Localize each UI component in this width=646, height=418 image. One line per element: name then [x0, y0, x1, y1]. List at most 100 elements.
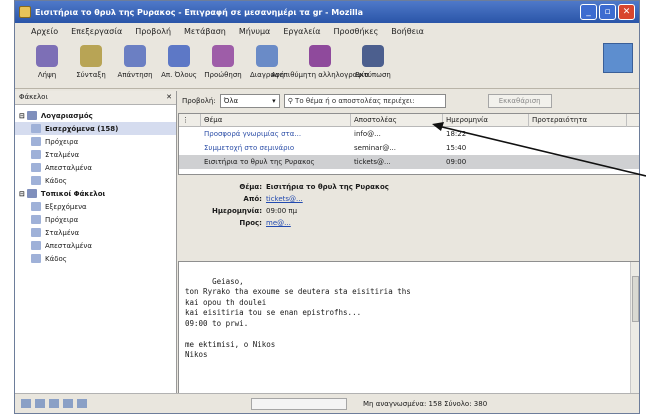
folder-pane-close-icon[interactable]: ✕ — [166, 93, 172, 102]
print-label: Εκτύπωση — [355, 71, 391, 79]
folder-label: Πρόχειρα — [45, 137, 79, 146]
activity-icon — [77, 399, 87, 408]
menu-file[interactable]: Αρχείο — [31, 27, 58, 36]
subject-header-row: Θέμα: Εισιτήρια το θρυλ της Ρυρακος — [178, 181, 639, 193]
search-placeholder: Το θέμα ή ο αποστολέας περιέχει: — [295, 97, 415, 105]
folder-icon — [31, 137, 41, 146]
menu-go[interactable]: Μετάβαση — [184, 27, 226, 36]
folder-label: Εισερχόμενα (158) — [45, 124, 119, 133]
menu-edit[interactable]: Επεξεργασία — [71, 27, 122, 36]
maximize-button[interactable]: ▫ — [599, 4, 616, 20]
folder-label: Κάδος — [45, 176, 67, 185]
folder-item[interactable]: Εξερχόμενα — [15, 200, 176, 213]
status-icons — [21, 399, 87, 408]
get-mail-button[interactable]: Λήψη — [25, 39, 69, 87]
folder-label: Εξερχόμενα — [45, 202, 87, 211]
get-mail-icon — [36, 45, 58, 67]
online-status-icon[interactable] — [21, 399, 31, 408]
from-label: Από: — [243, 195, 262, 203]
row-sender: tickets@... — [354, 158, 391, 166]
expand-icon[interactable]: ⊟ — [19, 190, 25, 198]
trash-icon — [31, 254, 41, 263]
reply-label: Απάντηση — [117, 71, 153, 79]
view-select-value: Όλα — [223, 97, 239, 105]
folder-item[interactable]: Απεσταλμένα — [15, 239, 176, 252]
forward-icon — [212, 45, 234, 67]
print-button[interactable]: Εκτύπωση — [351, 39, 395, 87]
row-subject: Εισιτήρια το θρυλ της Ρυρακος — [204, 158, 315, 166]
forward-button[interactable]: Προώθηση — [201, 39, 245, 87]
table-row[interactable]: Συμμετοχή στο σεμινάριο seminar@... 15:4… — [179, 141, 639, 155]
search-icon: ⚲ — [287, 97, 296, 105]
row-date: 18:22 — [446, 130, 467, 138]
junk-button[interactable]: Ανεπιθύμητη αλληλογραφία — [271, 39, 369, 87]
to-link[interactable]: me@... — [266, 219, 291, 227]
progress-bar — [251, 397, 347, 410]
to-header-row: Προς: me@... — [178, 217, 639, 229]
folder-item[interactable]: Κάδος — [15, 252, 176, 265]
menu-help[interactable]: Βοήθεια — [391, 27, 424, 36]
mail-window: Εισιτήρια το θρυλ της Ρυρακος - Επιγραφή… — [14, 0, 640, 414]
column-subject[interactable]: Θέμα — [201, 113, 351, 127]
folder-item[interactable]: Κάδος — [15, 174, 176, 187]
folder-item[interactable]: ⊟ Τοπικοί Φάκελοι — [15, 187, 176, 200]
column-priority[interactable]: Προτεραιότητα — [529, 113, 627, 127]
chevron-down-icon: ▾ — [272, 97, 276, 105]
menu-message[interactable]: Μήνυμα — [239, 27, 270, 36]
folder-label: Πρόχειρα — [45, 215, 79, 224]
delete-button[interactable]: Διαγραφή — [245, 39, 289, 87]
folder-icon — [31, 215, 41, 224]
expand-icon[interactable]: ⊟ — [19, 112, 25, 120]
subject-value: Εισιτήρια το θρυλ της Ρυρακος — [266, 183, 389, 191]
to-label: Προς: — [239, 219, 262, 227]
get-mail-label: Λήψη — [37, 71, 57, 79]
folder-item[interactable]: ⊟ Λογαριασμός — [15, 109, 176, 122]
compose-button[interactable]: Σύνταξη — [69, 39, 113, 87]
reply-button[interactable]: Απάντηση — [113, 39, 157, 87]
reply-all-button[interactable]: Απ. Όλους — [157, 39, 201, 87]
folder-label: Σταλμένα — [45, 150, 80, 159]
inbox-icon — [31, 124, 41, 133]
security-icon — [35, 399, 45, 408]
junk-icon — [309, 45, 331, 67]
reply-all-label: Απ. Όλους — [161, 71, 197, 79]
menu-addons[interactable]: Προσθήκες — [334, 27, 379, 36]
folder-item[interactable]: Απεσταλμένα — [15, 161, 176, 174]
row-date: 09:00 — [446, 158, 467, 166]
folder-item[interactable]: Σταλμένα — [15, 148, 176, 161]
minimize-button[interactable]: _ — [580, 4, 597, 20]
message-pane: Προβολή: Όλα ▾ ⚲ Το θέμα ή ο αποστολέας … — [178, 91, 639, 395]
message-body[interactable]: Geiaso, ton Ryrako tha exoume se deutera… — [178, 261, 639, 395]
search-input[interactable]: ⚲ Το θέμα ή ο αποστολέας περιέχει: — [283, 94, 446, 108]
thread-column-icon[interactable]: ⋮ — [179, 113, 201, 127]
row-sender: seminar@... — [354, 144, 396, 152]
window-controls: _ ▫ ✕ — [580, 4, 635, 20]
column-headers: ⋮ Θέμα Αποστολέας Ημερομηνία Προτεραιότη… — [179, 113, 639, 127]
table-row-selected[interactable]: Εισιτήρια το θρυλ της Ρυρακος tickets@..… — [179, 155, 639, 169]
folder-item[interactable]: Πρόχειρα — [15, 213, 176, 226]
folder-pane-title: Φάκελοι — [19, 93, 48, 101]
compose-icon — [80, 45, 102, 67]
folder-item-inbox[interactable]: Εισερχόμενα (158) — [15, 122, 176, 135]
menu-tools[interactable]: Εργαλεία — [283, 27, 320, 36]
from-link[interactable]: tickets@... — [266, 195, 303, 203]
delete-icon — [256, 45, 278, 67]
table-row[interactable]: Προσφορά γνωριμίας στα... info@... 18:22 — [179, 127, 639, 141]
body-scrollbar[interactable] — [630, 262, 639, 394]
app-icon — [19, 6, 31, 18]
view-select[interactable]: Όλα ▾ — [219, 94, 280, 108]
folder-label: Απεσταλμένα — [45, 241, 92, 250]
folder-item[interactable]: Πρόχειρα — [15, 135, 176, 148]
column-sender[interactable]: Αποστολέας — [351, 113, 443, 127]
close-button[interactable]: ✕ — [618, 4, 635, 20]
folder-item[interactable]: Σταλμένα — [15, 226, 176, 239]
window-title: Εισιτήρια το θρυλ της Ρυρακος - Επιγραφή… — [35, 7, 363, 17]
column-date[interactable]: Ημερομηνία — [443, 113, 529, 127]
local-folders-icon — [26, 189, 37, 198]
scrollbar-thumb[interactable] — [632, 276, 639, 322]
row-sender: info@... — [354, 130, 381, 138]
clear-button[interactable]: Εκκαθάριση — [487, 94, 552, 108]
from-header-row: Από: tickets@... — [178, 193, 639, 205]
menu-view[interactable]: Προβολή — [135, 27, 171, 36]
reply-all-icon — [168, 45, 190, 67]
